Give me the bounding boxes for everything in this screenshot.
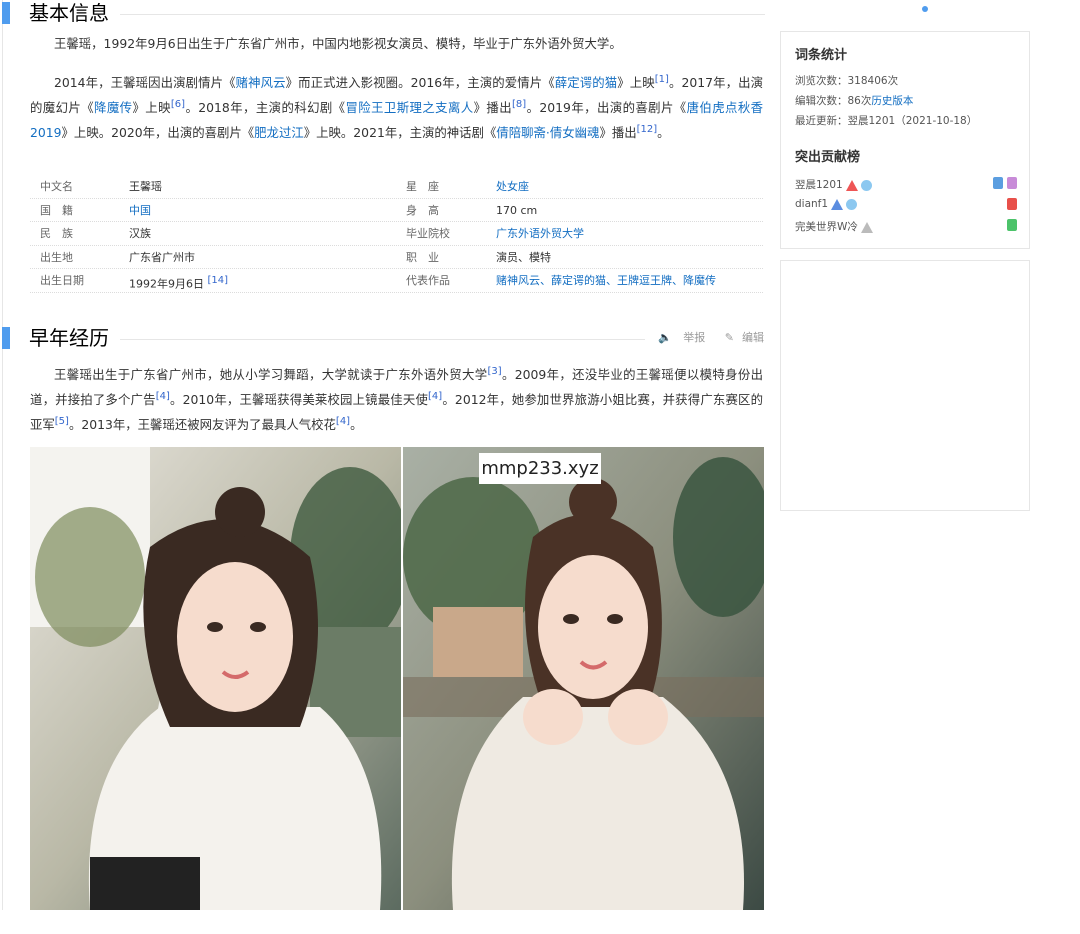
warning-icon	[845, 179, 858, 191]
table-row: 中文名 王馨瑶 星 座 处女座	[30, 175, 763, 199]
section-title: 基本信息	[29, 1, 109, 25]
field-label: 身 高	[406, 203, 439, 217]
table-row: 民 族 汉族 毕业院校 广东外语外贸大学	[30, 222, 763, 246]
field-label: 星 座	[406, 180, 439, 193]
field-value-link[interactable]: 赌神风云、薛定谔的猫、王牌逗王牌、降魔传	[496, 269, 716, 292]
reference[interactable]: [5]	[55, 416, 69, 427]
speaker-icon: 🔈	[658, 331, 672, 344]
ad-panel	[780, 260, 1030, 511]
contributor-item[interactable]: 完美世界W冷	[795, 219, 873, 234]
section-rule	[120, 339, 645, 340]
career-paragraph: 2014年，王馨瑶因出演剧情片《赌神风云》而正式进入影视圈。2016年，主演的爱…	[30, 74, 764, 141]
stats-title: 词条统计	[795, 48, 848, 63]
updated-stat: 最近更新：翌晨1201（2021-10-18）	[795, 115, 978, 127]
film-link[interactable]: 冒险王卫斯理之支离人	[346, 100, 474, 115]
pencil-icon: ✎	[724, 331, 734, 344]
reference[interactable]: [4]	[156, 391, 170, 402]
field-label: 职 业	[406, 250, 439, 264]
field-value-link[interactable]: 中国	[129, 199, 151, 222]
section-tools: 🔈 举报 ✎ 编辑	[642, 329, 764, 345]
reference[interactable]: [4]	[428, 391, 442, 402]
field-label: 代表作品	[406, 274, 450, 287]
medal-icon	[1007, 219, 1017, 231]
edits-stat: 编辑次数：86次历史版本	[795, 95, 914, 107]
table-row: 出生地 广东省广州市 职 业 演员、模特	[30, 246, 763, 269]
shield-icon	[860, 179, 872, 191]
field-label: 民 族	[40, 227, 73, 240]
field-label: 毕业院校	[406, 227, 450, 240]
stats-panel: 词条统计 浏览次数：318406次 编辑次数：86次历史版本 最近更新：翌晨12…	[780, 31, 1030, 249]
watermark-label: mmp233.xyz	[479, 453, 601, 484]
field-value-link[interactable]: 处女座	[496, 175, 529, 198]
field-value: 王馨瑶	[129, 180, 162, 193]
views-stat: 浏览次数：318406次	[795, 75, 899, 87]
table-row: 出生日期 1992年9月6日 [14] 代表作品 赌神风云、薛定谔的猫、王牌逗王…	[30, 269, 763, 293]
field-value-link[interactable]: 广东外语外贸大学	[496, 222, 584, 245]
portrait-photo-right[interactable]	[403, 447, 764, 910]
section-marker	[2, 327, 10, 349]
medal-icon	[1007, 198, 1017, 210]
section-title: 早年经历	[29, 326, 109, 350]
contributor-item[interactable]: dianf1	[795, 198, 858, 210]
film-link[interactable]: 肥龙过江	[254, 125, 304, 140]
contrib-title: 突出贡献榜	[795, 150, 861, 165]
field-value: 演员、模特	[496, 250, 551, 264]
section-basic-info: 基本信息	[0, 0, 765, 28]
intro-paragraph: 王馨瑶，1992年9月6日出生于广东省广州市，中国内地影视女演员、模特，毕业于广…	[54, 36, 622, 51]
edit-button[interactable]: ✎ 编辑	[717, 331, 764, 344]
warning-icon	[860, 221, 873, 233]
left-divider	[2, 0, 3, 910]
field-value: 汉族	[129, 227, 151, 240]
field-value: 170 cm	[496, 203, 538, 217]
basic-info-table: 中文名 王馨瑶 星 座 处女座 国 籍 中国 身 高 170 cm 民 族 汉族…	[30, 175, 763, 293]
reference[interactable]: [8]	[512, 99, 526, 110]
medal-icon	[993, 177, 1003, 189]
field-value: 1992年9月6日 [14]	[129, 275, 229, 291]
medal-icon	[1007, 177, 1017, 189]
field-value: 广东省广州市	[129, 250, 195, 264]
history-link[interactable]: 历史版本	[871, 95, 913, 107]
field-label: 出生日期	[40, 274, 84, 287]
reference[interactable]: [12]	[637, 124, 658, 135]
contributor-item[interactable]: 翌晨1201	[795, 177, 872, 192]
reference[interactable]: [6]	[171, 99, 185, 110]
sidebar: 词条统计 浏览次数：318406次 编辑次数：86次历史版本 最近更新：翌晨12…	[780, 0, 1030, 934]
field-label: 国 籍	[40, 203, 73, 217]
early-life-paragraph: 王馨瑶出生于广东省广州市，她从小学习舞蹈，大学就读于广东外语外贸大学[3]。20…	[30, 366, 763, 433]
film-link[interactable]: 倩陪聊斋·倩女幽魂	[496, 125, 599, 140]
reference[interactable]: [1]	[655, 74, 669, 85]
film-link[interactable]: 薛定谔的猫	[555, 75, 618, 90]
portrait-photo-left[interactable]	[30, 447, 401, 910]
field-label: 中文名	[40, 180, 73, 193]
field-label: 出生地	[40, 250, 73, 264]
film-link[interactable]: 降魔传	[94, 100, 132, 115]
warning-icon	[831, 198, 844, 210]
main-content: 基本信息 王馨瑶，1992年9月6日出生于广东省广州市，中国内地影视女演员、模特…	[0, 0, 780, 934]
reference[interactable]: [14]	[208, 275, 229, 286]
section-rule	[120, 14, 765, 15]
carousel-dot[interactable]	[922, 6, 928, 12]
shield-icon	[846, 198, 858, 210]
report-button[interactable]: 🔈 举报	[650, 331, 705, 344]
film-link[interactable]: 赌神风云	[236, 75, 286, 90]
table-row: 国 籍 中国 身 高 170 cm	[30, 199, 763, 222]
reference[interactable]: [3]	[487, 366, 501, 377]
section-marker	[2, 2, 10, 24]
reference[interactable]: [4]	[336, 416, 350, 427]
